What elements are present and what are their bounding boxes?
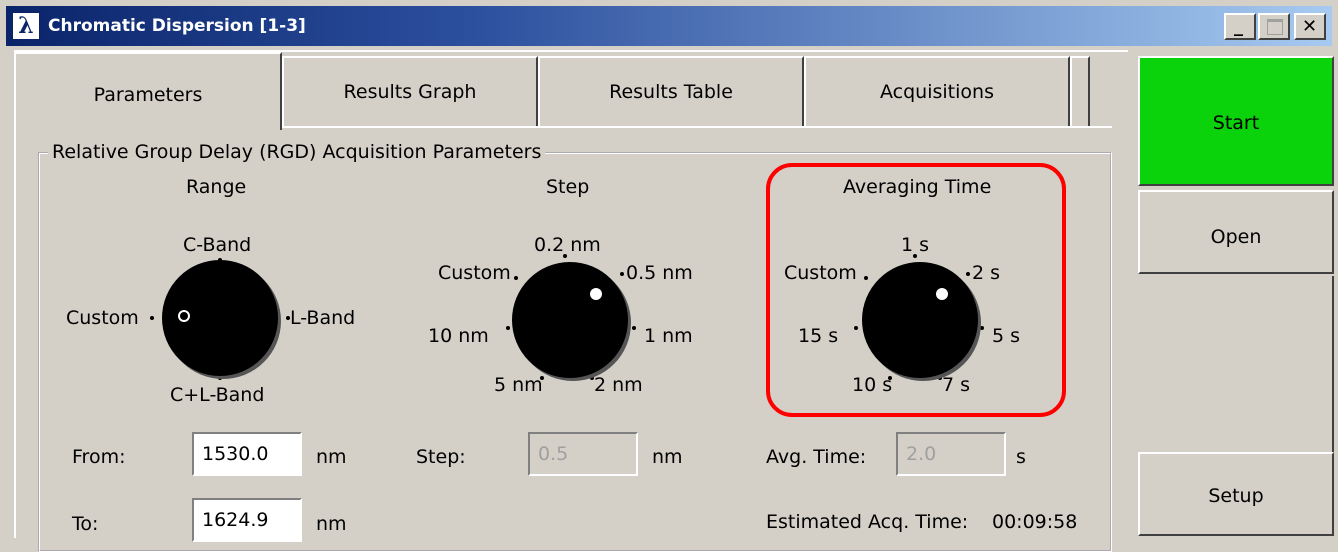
step-tick [590, 376, 594, 380]
step-option-0-5nm[interactable]: 0.5 nm [626, 261, 693, 285]
estimated-acq-value: 00:09:58 [992, 511, 1078, 533]
setup-button[interactable]: Setup [1138, 452, 1334, 536]
window-title: Chromatic Dispersion [1-3] [48, 16, 306, 36]
range-option-cl-band[interactable]: C+L-Band [170, 383, 264, 407]
averaging-highlight-frame [766, 163, 1066, 417]
step-field-label: Step: [416, 446, 466, 468]
range-tick [150, 316, 154, 320]
tab-strip-line [282, 126, 1112, 128]
step-tick [540, 376, 544, 380]
title-bar[interactable]: λ Chromatic Dispersion [1-3] _ ✕ [6, 6, 1332, 46]
from-label: From: [72, 446, 126, 468]
minimize-icon: _ [1234, 16, 1243, 37]
avg-time-input[interactable] [896, 432, 1006, 476]
group-label: Relative Group Delay (RGD) Acquisition P… [48, 140, 546, 164]
step-option-1nm[interactable]: 1 nm [644, 324, 693, 348]
step-field-unit: nm [652, 446, 683, 468]
range-knob-indicator [178, 310, 190, 322]
range-tick [218, 376, 222, 380]
step-tick [632, 326, 636, 330]
step-option-5nm[interactable]: 5 nm [494, 373, 543, 397]
tab-results-graph[interactable]: Results Graph [282, 56, 538, 126]
step-tick [514, 276, 518, 280]
step-tick [506, 326, 510, 330]
step-option-10nm[interactable]: 10 nm [428, 324, 489, 348]
to-unit: nm [316, 513, 347, 535]
step-tick [563, 254, 567, 258]
range-option-custom[interactable]: Custom [66, 306, 139, 330]
avg-time-unit: s [1016, 446, 1026, 468]
from-unit: nm [316, 446, 347, 468]
close-button[interactable]: ✕ [1294, 13, 1326, 40]
step-option-custom[interactable]: Custom [438, 261, 511, 285]
maximize-icon [1267, 19, 1283, 35]
step-option-2nm[interactable]: 2 nm [594, 373, 643, 397]
side-button-spacer [1138, 276, 1334, 452]
to-input[interactable] [192, 498, 302, 542]
close-icon: ✕ [1302, 16, 1318, 37]
estimated-acq-label: Estimated Acq. Time: [766, 511, 969, 533]
maximize-button[interactable] [1258, 13, 1290, 40]
avg-time-label: Avg. Time: [766, 446, 867, 468]
range-title: Range [186, 176, 247, 198]
step-tick [620, 272, 624, 276]
start-button[interactable]: Start [1138, 56, 1334, 186]
tab-scroll-remainder [1070, 56, 1090, 126]
app-icon: λ [12, 12, 40, 40]
tab-acquisitions[interactable]: Acquisitions [804, 56, 1070, 126]
open-button[interactable]: Open [1138, 190, 1334, 274]
step-title: Step [546, 176, 590, 198]
step-knob-indicator [590, 288, 602, 300]
tab-parameters[interactable]: Parameters [14, 52, 282, 130]
range-option-l-band[interactable]: L-Band [290, 306, 355, 330]
range-knob[interactable] [162, 260, 278, 376]
range-option-c-band[interactable]: C-Band [183, 233, 251, 257]
minimize-button[interactable]: _ [1224, 13, 1256, 40]
to-label: To: [72, 513, 99, 535]
range-tick [286, 316, 290, 320]
step-option-0-2nm[interactable]: 0.2 nm [534, 233, 601, 257]
from-input[interactable] [192, 432, 302, 476]
step-input[interactable] [528, 432, 638, 476]
step-knob[interactable] [512, 262, 628, 378]
tab-results-table[interactable]: Results Table [538, 56, 804, 126]
